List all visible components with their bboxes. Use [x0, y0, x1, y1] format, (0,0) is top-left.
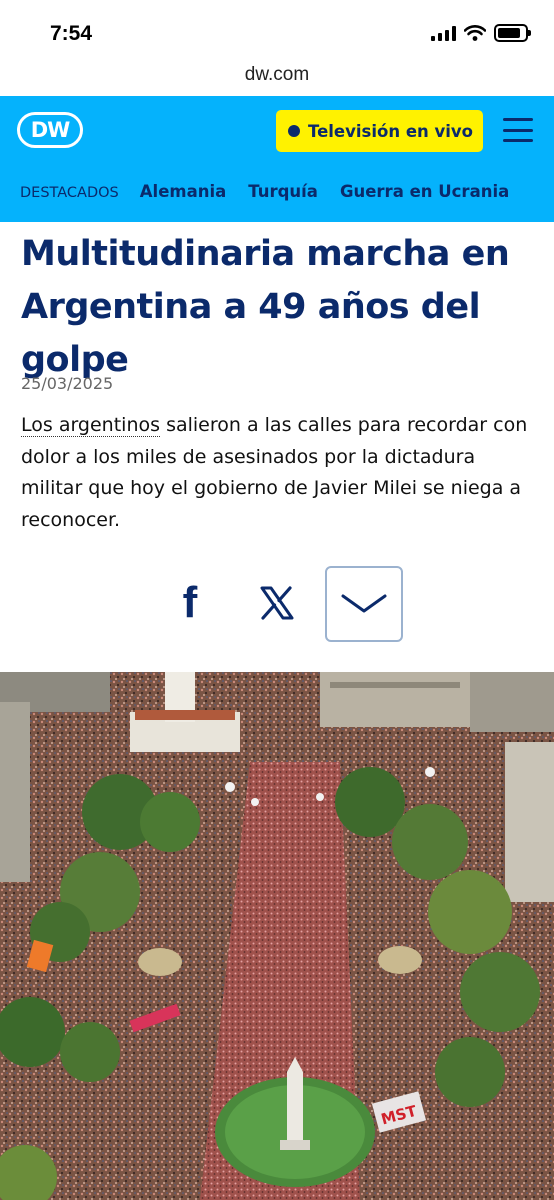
crowd-aerial-image: MST — [0, 672, 554, 1200]
site-header: DW Televisión en vivo DESTACADOS Alemani… — [0, 96, 554, 222]
status-icons — [431, 24, 531, 42]
share-row: f — [0, 566, 554, 642]
battery-icon — [494, 24, 531, 42]
nav-item-turquia[interactable]: Turquía — [248, 182, 318, 201]
live-tv-button[interactable]: Televisión en vivo — [276, 110, 483, 152]
nav-item-alemania[interactable]: Alemania — [140, 182, 226, 201]
live-dot-icon — [288, 125, 300, 137]
status-time: 7:54 — [50, 22, 93, 45]
logo-text: DW — [30, 118, 71, 142]
article-photo: MST — [0, 672, 554, 1200]
article-headline: Multitudinaria marcha en Argentina a 49 … — [21, 234, 510, 380]
wifi-icon — [464, 25, 486, 41]
top-nav: DESTACADOS Alemania Turquía Guerra en Uc… — [20, 182, 531, 201]
nav-featured-label: DESTACADOS — [20, 185, 119, 201]
lead-link[interactable]: Los argentinos — [21, 414, 161, 437]
nav-item-ucrania[interactable]: Guerra en Ucrania — [340, 182, 509, 201]
signal-icon — [431, 25, 456, 41]
share-more-button[interactable] — [325, 566, 403, 642]
status-bar: 7:54 — [0, 0, 554, 62]
facebook-icon[interactable]: f — [165, 578, 215, 628]
dw-logo[interactable]: DW — [17, 112, 83, 148]
article-lead: Los argentinos salieron a las calles par… — [21, 410, 531, 536]
article-date: 25/03/2025 — [21, 374, 114, 393]
x-icon[interactable] — [252, 578, 302, 628]
url-bar[interactable]: dw.com — [0, 62, 554, 96]
chevron-down-icon — [341, 594, 387, 613]
live-tv-label: Televisión en vivo — [308, 121, 473, 141]
menu-icon[interactable] — [503, 118, 533, 142]
